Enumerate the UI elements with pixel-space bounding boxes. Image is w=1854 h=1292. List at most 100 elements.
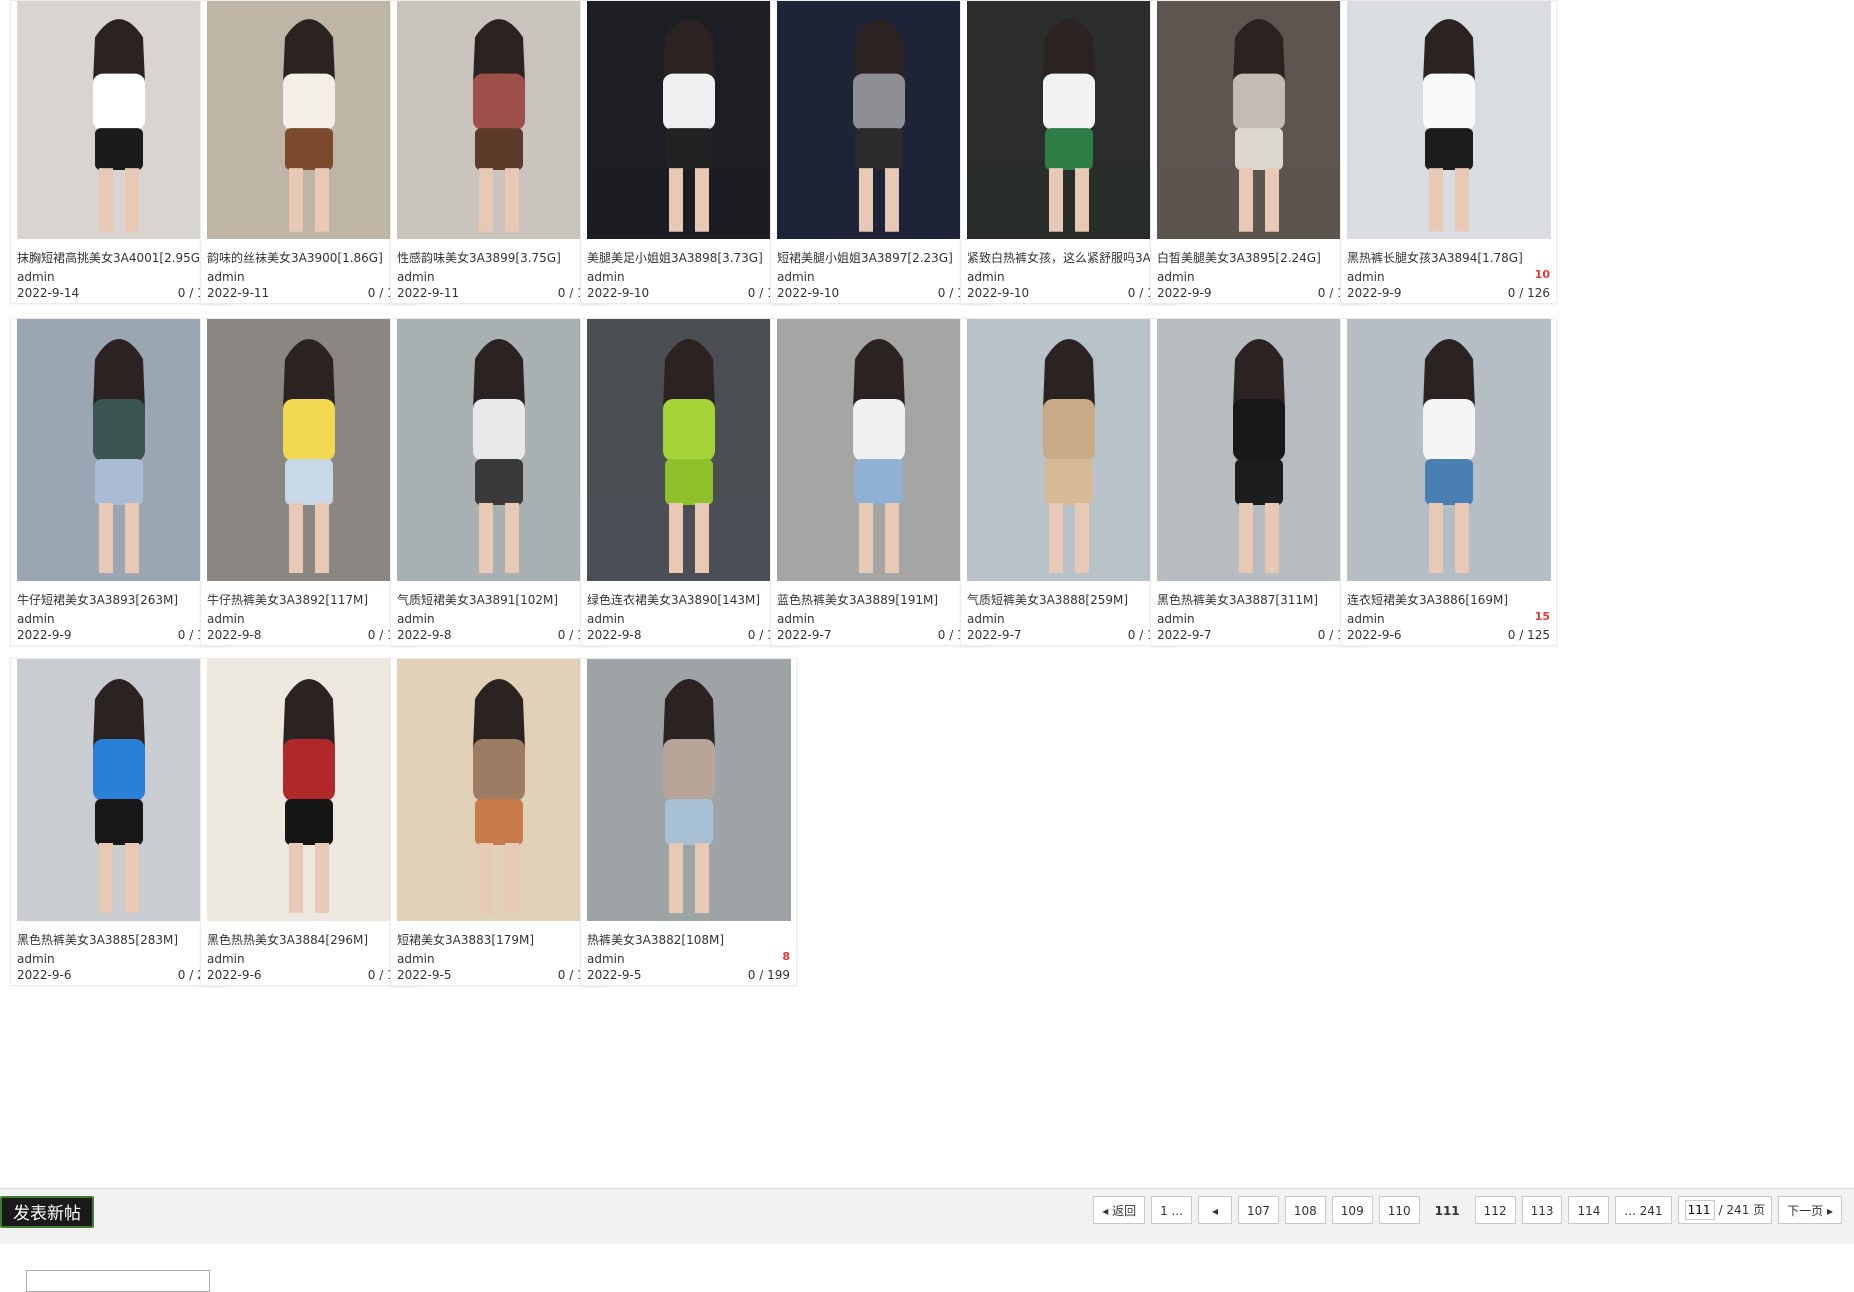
post-title[interactable]: 抹胸短裙高挑美女3A4001[2.95G] [17,249,221,266]
post-badge: 8 [782,950,790,963]
post-author[interactable]: admin [967,612,1005,626]
post-date: 2022-9-8 [397,628,452,642]
post-card[interactable]: 气质短裤美女3A3888[259M] admin 12 2022-9-7 0 /… [960,318,1177,646]
post-card[interactable]: 热裤美女3A3882[108M] admin 8 2022-9-5 0 / 19… [580,658,797,986]
page-107[interactable]: 107 [1237,1196,1279,1224]
post-author[interactable]: admin [207,270,245,284]
page-input[interactable] [1684,1200,1715,1220]
post-thumbnail[interactable] [207,1,411,239]
post-title[interactable]: 蓝色热裤美女3A3889[191M] [777,591,981,608]
post-title[interactable]: 黑色热热美女3A3884[296M] [207,931,411,948]
post-title[interactable]: 韵味的丝袜美女3A3900[1.86G] [207,249,411,266]
post-author[interactable]: admin [397,612,435,626]
post-thumbnail[interactable] [777,1,981,239]
post-author[interactable]: admin [1157,612,1195,626]
post-thumbnail[interactable] [587,659,791,921]
post-thumbnail[interactable] [397,1,601,239]
post-title[interactable]: 绿色连衣裙美女3A3890[143M] [587,591,791,608]
post-title[interactable]: 白皙美腿美女3A3895[2.24G] [1157,249,1361,266]
post-thumbnail[interactable] [207,659,411,921]
post-author[interactable]: admin [587,270,625,284]
post-author[interactable]: admin [207,952,245,966]
post-thumbnail[interactable] [207,319,411,581]
post-title[interactable]: 气质短裤美女3A3888[259M] [967,591,1171,608]
post-thumbnail[interactable] [587,1,791,239]
post-author[interactable]: admin [1157,270,1195,284]
post-title[interactable]: 连衣短裙美女3A3886[169M] [1347,591,1551,608]
post-thumbnail[interactable] [397,319,601,581]
page-114[interactable]: 114 [1568,1196,1610,1224]
post-card[interactable]: 黑色热裤美女3A3885[283M] admin 10 2022-9-6 0 /… [10,658,227,986]
page-110[interactable]: 110 [1378,1196,1420,1224]
post-card[interactable]: 性感韵味美女3A3899[3.75G] admin 10 2022-9-11 0… [390,0,607,304]
page-108[interactable]: 108 [1284,1196,1326,1224]
post-card[interactable]: 气质短裙美女3A3891[102M] admin 14 2022-9-8 0 /… [390,318,607,646]
post-thumbnail[interactable] [777,319,981,581]
post-thumbnail[interactable] [587,319,791,581]
post-card[interactable]: 绿色连衣裙美女3A3890[143M] admin 20 2022-9-8 0 … [580,318,797,646]
post-card[interactable]: 黑热裤长腿女孩3A3894[1.78G] admin 10 2022-9-9 0… [1340,0,1557,304]
new-post-button[interactable]: 发表新帖 [0,1196,94,1228]
post-card[interactable]: 紧致白热裤女孩，这么紧舒服吗3A3... admin 9 2022-9-10 0… [960,0,1177,304]
post-card[interactable]: 韵味的丝袜美女3A3900[1.86G] admin 9 2022-9-11 0… [200,0,417,304]
page-total: / 241 页 [1718,1203,1766,1217]
post-card[interactable]: 黑色热热美女3A3884[296M] admin 11 2022-9-6 0 /… [200,658,417,986]
next-page-button[interactable]: 下一页 ▸ [1778,1196,1842,1224]
page-112[interactable]: 112 [1474,1196,1516,1224]
post-thumbnail[interactable] [1157,319,1361,581]
post-title[interactable]: 美腿美足小姐姐3A3898[3.73G] [587,249,791,266]
post-title[interactable]: 黑热裤长腿女孩3A3894[1.78G] [1347,249,1551,266]
post-card[interactable]: 抹胸短裙高挑美女3A4001[2.95G] admin 10 2022-9-14… [10,0,227,304]
post-thumbnail[interactable] [17,319,221,581]
post-card[interactable]: 牛仔热裤美女3A3892[117M] admin 13 2022-9-8 0 /… [200,318,417,646]
post-title[interactable]: 热裤美女3A3882[108M] [587,931,791,948]
post-author[interactable]: admin [17,270,55,284]
post-thumbnail[interactable] [967,1,1171,239]
photo-placeholder [1157,1,1361,239]
photo-placeholder [207,319,411,581]
post-author[interactable]: admin [397,270,435,284]
post-thumbnail[interactable] [1157,1,1361,239]
post-author[interactable]: admin [967,270,1005,284]
post-author[interactable]: admin [17,612,55,626]
post-author[interactable]: admin [1347,612,1385,626]
post-title[interactable]: 牛仔热裤美女3A3892[117M] [207,591,411,608]
page-last[interactable]: ... 241 [1615,1196,1672,1224]
post-title[interactable]: 黑色热裤美女3A3887[311M] [1157,591,1361,608]
post-card[interactable]: 短裙美腿小姐姐3A3897[2.23G] admin 10 2022-9-10 … [770,0,987,304]
post-card[interactable]: 牛仔短裙美女3A3893[263M] admin 17 2022-9-9 0 /… [10,318,227,646]
post-title[interactable]: 气质短裙美女3A3891[102M] [397,591,601,608]
post-thumbnail[interactable] [1347,319,1551,581]
post-author[interactable]: admin [587,612,625,626]
page-113[interactable]: 113 [1521,1196,1563,1224]
post-title[interactable]: 紧致白热裤女孩，这么紧舒服吗3A3... [967,249,1171,266]
post-author[interactable]: admin [207,612,245,626]
photo-placeholder [777,1,981,239]
post-card[interactable]: 美腿美足小姐姐3A3898[3.73G] admin 9 2022-9-10 0… [580,0,797,304]
post-author[interactable]: admin [587,952,625,966]
post-title[interactable]: 黑色热裤美女3A3885[283M] [17,931,221,948]
back-button[interactable]: ◂ 返回 [1093,1196,1146,1224]
prev-page-button[interactable]: ◂ [1197,1196,1232,1224]
page-109[interactable]: 109 [1331,1196,1373,1224]
post-thumbnail[interactable] [17,659,221,921]
post-card[interactable]: 黑色热裤美女3A3887[311M] admin 11 2022-9-7 0 /… [1150,318,1367,646]
post-thumbnail[interactable] [397,659,601,921]
post-title[interactable]: 牛仔短裙美女3A3893[263M] [17,591,221,608]
post-card[interactable]: 短裙美女3A3883[179M] admin 21 2022-9-5 0 / 1… [390,658,607,986]
post-title[interactable]: 短裙美腿小姐姐3A3897[2.23G] [777,249,981,266]
post-card[interactable]: 蓝色热裤美女3A3889[191M] admin 10 2022-9-7 0 /… [770,318,987,646]
post-author[interactable]: admin [17,952,55,966]
post-title[interactable]: 短裙美女3A3883[179M] [397,931,601,948]
post-author[interactable]: admin [777,612,815,626]
post-author[interactable]: admin [777,270,815,284]
post-title[interactable]: 性感韵味美女3A3899[3.75G] [397,249,601,266]
post-card[interactable]: 连衣短裙美女3A3886[169M] admin 15 2022-9-6 0 /… [1340,318,1557,646]
page-first[interactable]: 1 ... [1151,1196,1192,1224]
post-author[interactable]: admin [1347,270,1385,284]
post-thumbnail[interactable] [1347,1,1551,239]
post-thumbnail[interactable] [17,1,221,239]
post-author[interactable]: admin [397,952,435,966]
post-card[interactable]: 白皙美腿美女3A3895[2.24G] admin 12 2022-9-9 0 … [1150,0,1367,304]
post-thumbnail[interactable] [967,319,1171,581]
